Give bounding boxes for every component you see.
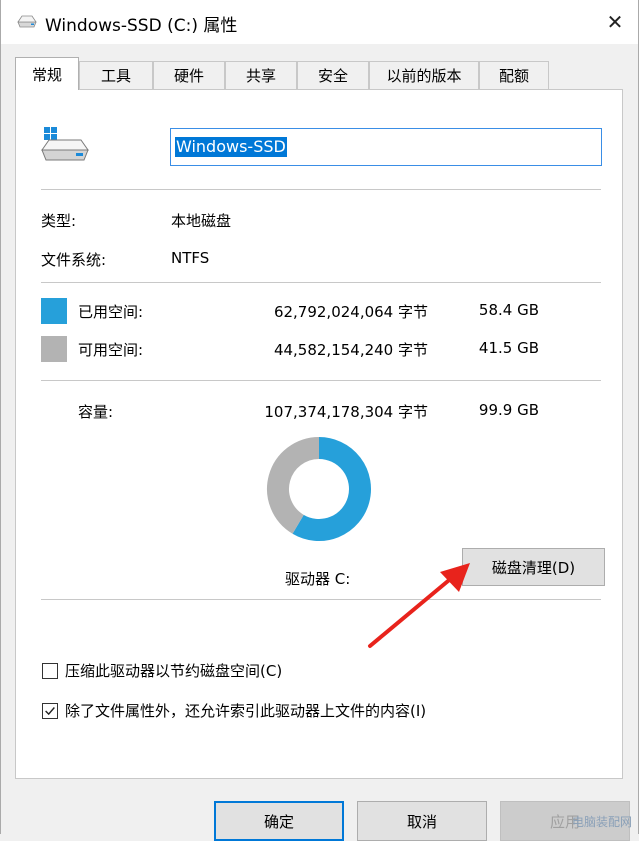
title-bar: Windows-SSD (C:) 属性 ✕	[1, 0, 638, 44]
annotation-arrow-icon	[368, 563, 470, 648]
type-value: 本地磁盘	[171, 212, 232, 230]
drive-name-input[interactable]: Windows-SSD	[170, 128, 602, 166]
free-space-bytes: 44,582,154,240 字节	[273, 341, 428, 359]
used-space-swatch	[41, 298, 67, 324]
tab-hardware[interactable]: 硬件	[153, 61, 225, 89]
free-space-swatch	[41, 336, 67, 362]
general-panel: Windows-SSD 类型: 本地磁盘 文件系统: NTFS 已用空间: 62…	[15, 89, 623, 779]
tab-sharing[interactable]: 共享	[225, 61, 297, 89]
filesystem-label: 文件系统:	[41, 251, 107, 269]
drive-icon	[17, 15, 37, 28]
free-space-label: 可用空间:	[78, 341, 144, 359]
drive-icon-large	[41, 127, 89, 161]
window-title: Windows-SSD (C:) 属性	[45, 16, 238, 36]
free-space-arc	[267, 437, 320, 534]
watermark: 电脑装配网	[571, 815, 632, 829]
disk-cleanup-button[interactable]: 磁盘清理(D)	[462, 548, 605, 586]
index-label[interactable]: 除了文件属性外，还允许索引此驱动器上文件的内容(I)	[65, 700, 426, 721]
used-space-bytes: 62,792,024,064 字节	[273, 303, 428, 321]
free-space-size: 41.5 GB	[478, 339, 539, 357]
tab-security[interactable]: 安全	[297, 61, 369, 89]
divider	[41, 189, 601, 190]
properties-window: Windows-SSD (C:) 属性 ✕ 常规 工具 硬件 共享 安全 以前的…	[0, 0, 639, 841]
capacity-bytes: 107,374,178,304 字节	[264, 403, 428, 421]
tab-general[interactable]: 常规	[15, 57, 79, 90]
close-icon: ✕	[606, 10, 624, 34]
capacity-size: 99.9 GB	[478, 401, 539, 419]
divider	[41, 599, 601, 600]
compress-label[interactable]: 压缩此驱动器以节约磁盘空间(C)	[65, 660, 282, 681]
divider	[41, 282, 601, 283]
ok-button[interactable]: 确定	[214, 801, 344, 841]
filesystem-value: NTFS	[171, 249, 210, 267]
tab-quota[interactable]: 配额	[479, 61, 549, 89]
close-button[interactable]: ✕	[592, 0, 638, 44]
index-checkbox[interactable]	[42, 703, 58, 719]
type-label: 类型:	[41, 212, 77, 230]
drive-letter-label: 驱动器 C:	[285, 570, 351, 588]
used-space-size: 58.4 GB	[478, 301, 539, 319]
divider	[41, 380, 601, 381]
capacity-label: 容量:	[78, 403, 114, 421]
used-space-label: 已用空间:	[78, 303, 144, 321]
usage-donut-chart	[267, 437, 371, 541]
checkmark-icon	[45, 707, 55, 716]
compress-checkbox[interactable]	[42, 663, 58, 679]
cancel-button[interactable]: 取消	[357, 801, 487, 841]
tab-previous-versions[interactable]: 以前的版本	[369, 61, 479, 89]
tab-tools[interactable]: 工具	[79, 61, 153, 89]
